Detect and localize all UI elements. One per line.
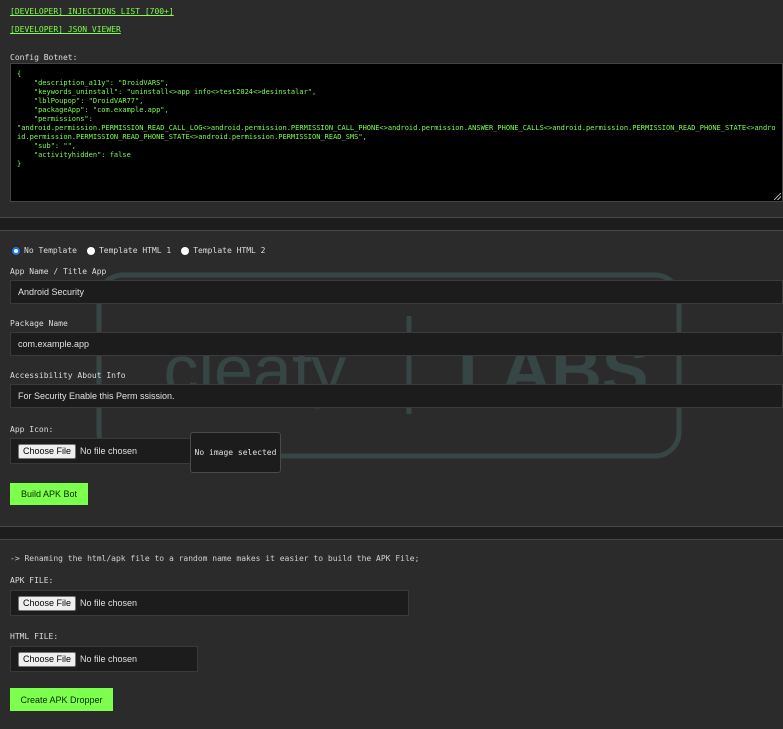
apk-file-label: APK FILE:	[10, 576, 54, 585]
radio-label-template-html-2: Template HTML 2	[193, 246, 266, 255]
radio-template-html-1[interactable]	[86, 246, 95, 255]
section-divider	[0, 526, 783, 540]
package-name-label: Package Name	[10, 319, 68, 328]
icon-preview: No image selected	[190, 432, 281, 473]
html-file-input[interactable]: Choose File No file chosen	[10, 646, 198, 672]
radio-label-template-html-1: Template HTML 1	[98, 246, 172, 255]
apk-file-input[interactable]: Choose File No file chosen	[10, 590, 409, 616]
html-choose-file-button[interactable]: Choose File	[18, 651, 77, 667]
html-no-file-text: No file chosen	[80, 654, 138, 664]
app-name-label: App Name / Title App	[10, 267, 107, 276]
app-icon-file-input[interactable]: Choose File No file chosen	[10, 438, 198, 464]
resize-handle-icon[interactable]	[774, 193, 781, 200]
section-divider	[0, 217, 783, 231]
create-apk-dropper-button[interactable]: Create APK Dropper	[10, 688, 113, 711]
package-name-input[interactable]: com.example.app	[10, 332, 783, 356]
radio-label-no-template: No Template	[24, 246, 77, 255]
html-file-label: HTML FILE:	[10, 632, 59, 641]
radio-template-html-2[interactable]	[181, 246, 190, 255]
accessibility-info-input[interactable]: For Security Enable this Perm ssission.	[10, 384, 783, 408]
icon-preview-text: No image selected	[194, 448, 277, 457]
radio-no-template[interactable]	[12, 246, 20, 255]
template-radio-group: No Template Template HTML 1 Template HTM…	[12, 246, 271, 255]
app-icon-no-file-text: No file chosen	[80, 446, 138, 456]
apk-no-file-text: No file chosen	[80, 598, 138, 608]
app-icon-label: App Icon:	[10, 425, 54, 434]
rename-note: -> Renaming the html/apk file to a rando…	[10, 554, 420, 563]
config-botnet-label: Config Botnet:	[10, 53, 78, 62]
injections-list-link[interactable]: [DEVELOPER] INJECTIONS LIST [700+]	[10, 7, 174, 16]
dropper-section	[0, 541, 783, 729]
accessibility-info-label: Accessibility About Info	[10, 371, 126, 380]
app-name-input[interactable]: Android Security	[10, 280, 783, 304]
config-botnet-textarea[interactable]: { "description_a11y": "DroidVARS", "keyw…	[10, 63, 783, 202]
build-apk-bot-button[interactable]: Build APK Bot	[10, 483, 88, 505]
apk-choose-file-button[interactable]: Choose File	[18, 595, 77, 611]
json-viewer-link[interactable]: [DEVELOPER] JSON VIEWER	[10, 25, 121, 34]
app-icon-choose-file-button[interactable]: Choose File	[18, 443, 77, 459]
